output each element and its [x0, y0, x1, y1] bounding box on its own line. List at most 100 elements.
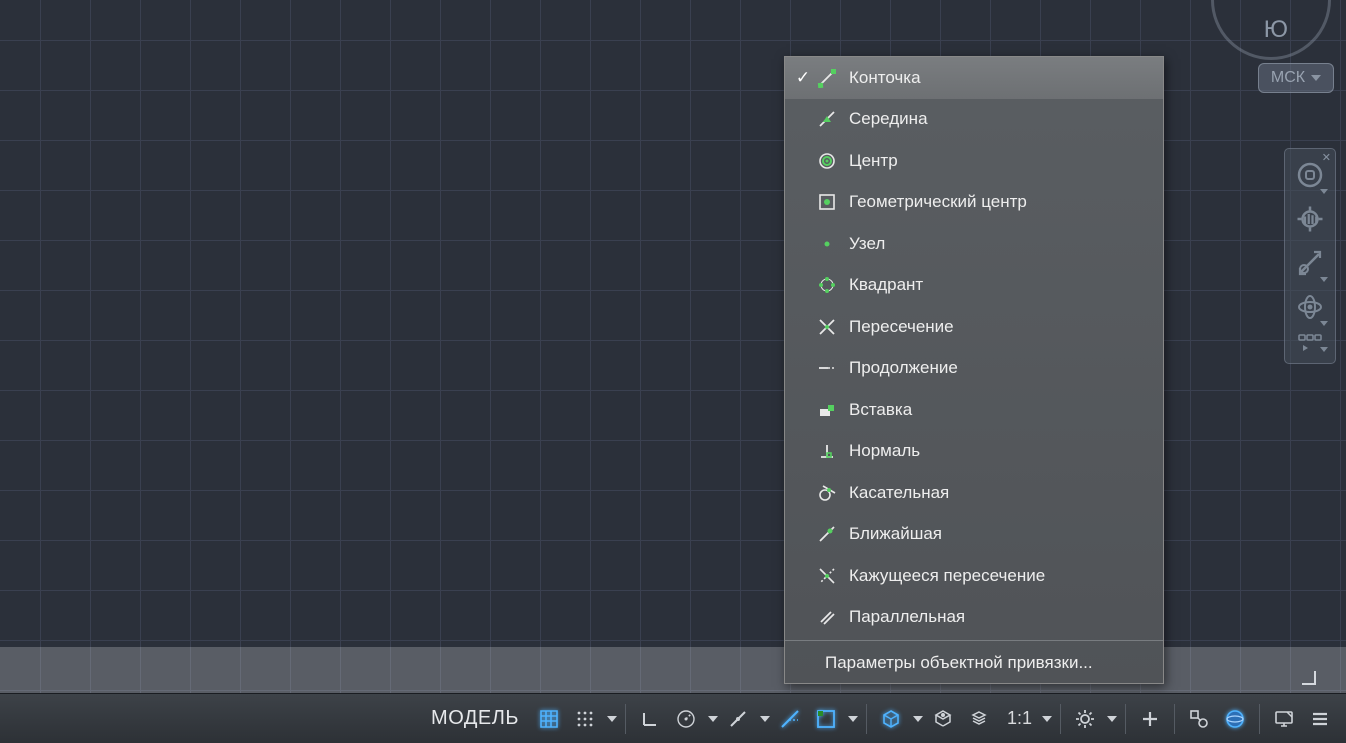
3dtrack-icon	[968, 708, 990, 730]
model-space-button[interactable]: МОДЕЛЬ	[419, 701, 531, 737]
osnap-item-insert[interactable]: Вставка	[785, 389, 1163, 431]
osnap-item-appintersect[interactable]: Кажущееся пересечение	[785, 555, 1163, 597]
ucs-caret-icon	[1311, 75, 1321, 81]
quickprop-icon	[1188, 708, 1210, 730]
osnap-item-label: Конточка	[849, 68, 921, 88]
osnap-item-intersect[interactable]: Пересечение	[785, 306, 1163, 348]
menu-icon	[1309, 708, 1331, 730]
sb-polar-dd[interactable]	[704, 701, 720, 737]
osnap-item-label: Пересечение	[849, 317, 954, 337]
osnap-item-center[interactable]: Центр	[785, 140, 1163, 182]
nearest-icon	[813, 524, 841, 544]
osnap-context-menu: ✓ Конточка Середина Центр Геометрический…	[784, 56, 1164, 684]
statusbar-separator	[1259, 704, 1260, 734]
status-bar: МОДЕЛЬ 1:1	[0, 693, 1346, 743]
sb-gear-dd[interactable]	[1103, 701, 1119, 737]
endpoint-icon	[813, 68, 841, 88]
sb-menu[interactable]	[1302, 701, 1338, 737]
nav-zoom-extents[interactable]	[1288, 241, 1332, 285]
osnap-item-label: Параллельная	[849, 607, 965, 627]
check-icon: ✓	[793, 68, 813, 88]
statusbar-separator	[1060, 704, 1061, 734]
osnap-item-label: Узел	[849, 234, 885, 254]
osnap2d-icon	[815, 708, 837, 730]
sb-otrack[interactable]	[772, 701, 808, 737]
statusbar-separator	[1125, 704, 1126, 734]
osnap-item-nearest[interactable]: Ближайшая	[785, 514, 1163, 556]
extension-icon	[813, 358, 841, 378]
tangent-icon	[813, 483, 841, 503]
sb-quickprop[interactable]	[1181, 701, 1217, 737]
otrack-icon	[779, 708, 801, 730]
osnap-item-node[interactable]: Узел	[785, 223, 1163, 265]
sb-osnap2d[interactable]	[808, 701, 844, 737]
osnap-item-label: Касательная	[849, 483, 949, 503]
osnap-item-tangent[interactable]: Касательная	[785, 472, 1163, 514]
caret-down-icon	[848, 716, 858, 722]
compass-direction: Ю	[1264, 16, 1288, 44]
ball-icon	[1224, 708, 1246, 730]
insert-icon	[813, 400, 841, 420]
sb-snap-dd[interactable]	[603, 701, 619, 737]
quadrant-icon	[813, 275, 841, 295]
parallel-icon	[813, 607, 841, 627]
nav-showmotion[interactable]	[1288, 329, 1332, 355]
sb-3dsnap[interactable]	[925, 701, 961, 737]
sb-grid[interactable]	[531, 701, 567, 737]
osnap3d-icon	[880, 708, 902, 730]
sb-monitor[interactable]	[1266, 701, 1302, 737]
osnap-item-endpoint[interactable]: ✓ Конточка	[785, 57, 1163, 99]
nav-pan[interactable]	[1288, 197, 1332, 241]
sb-osnap3d[interactable]	[873, 701, 909, 737]
appintersect-icon	[813, 566, 841, 586]
osnap-item-midpoint[interactable]: Середина	[785, 99, 1163, 141]
polar-icon	[675, 708, 697, 730]
osnap-settings-item[interactable]: Параметры объектной привязки...	[785, 643, 1163, 683]
sb-iso-dd[interactable]	[756, 701, 772, 737]
ucs-label: МСК	[1271, 69, 1305, 87]
sb-ball[interactable]	[1217, 701, 1253, 737]
osnap-item-quadrant[interactable]: Квадрант	[785, 265, 1163, 307]
osnap-item-label: Геометрический центр	[849, 192, 1027, 212]
menu-divider	[785, 640, 1163, 641]
sb-plus[interactable]	[1132, 701, 1168, 737]
statusbar-separator	[625, 704, 626, 734]
perpend-icon	[813, 441, 841, 461]
nav-fullnav[interactable]	[1288, 153, 1332, 197]
navigation-bar: ✕	[1284, 148, 1336, 364]
3dsnap-icon	[932, 708, 954, 730]
osnap-item-geocenter[interactable]: Геометрический центр	[785, 182, 1163, 224]
gear-icon	[1074, 708, 1096, 730]
osnap-item-perpend[interactable]: Нормаль	[785, 431, 1163, 473]
annotation-scale-button[interactable]: 1:1	[997, 701, 1038, 737]
caret-down-icon	[1042, 716, 1052, 722]
osnap-item-label: Вставка	[849, 400, 912, 420]
sb-osnap3d-dd[interactable]	[909, 701, 925, 737]
ortho-icon	[639, 708, 661, 730]
osnap-item-label: Продолжение	[849, 358, 958, 378]
caret-down-icon	[1107, 716, 1117, 722]
resize-corner-icon	[1302, 671, 1316, 685]
osnap-item-label: Нормаль	[849, 441, 920, 461]
osnap-item-extension[interactable]: Продолжение	[785, 348, 1163, 390]
sb-iso[interactable]	[720, 701, 756, 737]
iso-icon	[727, 708, 749, 730]
sb-snap[interactable]	[567, 701, 603, 737]
sb-ortho[interactable]	[632, 701, 668, 737]
sb-3d-track[interactable]	[961, 701, 997, 737]
sb-scale-dd[interactable]	[1038, 701, 1054, 737]
caret-down-icon	[607, 716, 617, 722]
caret-down-icon	[708, 716, 718, 722]
sb-gear[interactable]	[1067, 701, 1103, 737]
osnap-item-parallel[interactable]: Параллельная	[785, 597, 1163, 639]
statusbar-separator	[866, 704, 867, 734]
nav-orbit[interactable]	[1288, 285, 1332, 329]
grid-icon	[538, 708, 560, 730]
sb-polar[interactable]	[668, 701, 704, 737]
center-icon	[813, 151, 841, 171]
osnap-item-label: Квадрант	[849, 275, 923, 295]
statusbar-separator	[1174, 704, 1175, 734]
sb-osnap2d-dd[interactable]	[844, 701, 860, 737]
ucs-badge[interactable]: МСК	[1258, 63, 1334, 93]
monitor-icon	[1273, 708, 1295, 730]
